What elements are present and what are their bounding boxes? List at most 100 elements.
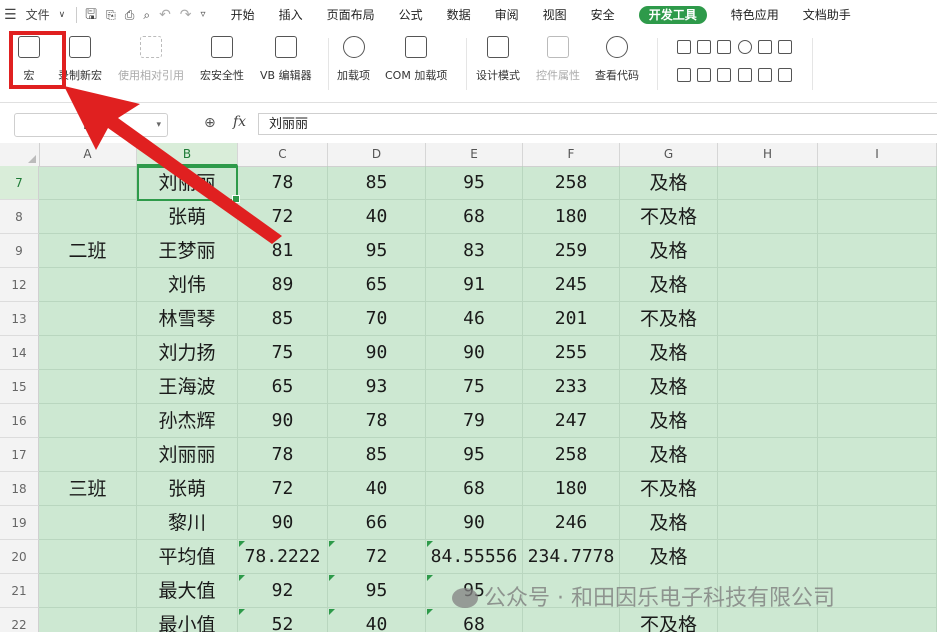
cell-a13[interactable] [39,302,137,336]
row-header[interactable]: 17 [0,438,39,472]
row-header[interactable]: 21 [0,574,39,608]
spin-button-control-icon[interactable] [697,68,711,82]
cell-a12[interactable] [39,268,137,302]
cell-a22[interactable] [39,608,137,632]
cell-d7[interactable]: 85 [328,166,426,200]
export-icon[interactable]: ⎘ [106,0,116,30]
row-header[interactable]: 13 [0,302,39,336]
cell-e17[interactable]: 95 [426,438,523,472]
select-all-corner[interactable] [0,143,40,166]
column-header-h[interactable]: H [718,143,818,166]
cell-e18[interactable]: 68 [426,472,523,506]
column-header-f[interactable]: F [523,143,620,166]
cell-i13[interactable] [818,302,937,336]
cell-f16[interactable]: 247 [523,404,620,438]
undo-icon[interactable]: ↶ [159,0,171,30]
cell-e20[interactable]: 84.55556 [426,540,523,574]
customize-toolbar-icon[interactable]: ▿ [201,0,206,30]
tab-doc-assistant[interactable]: 文档助手 [803,0,851,30]
tab-features[interactable]: 特色应用 [731,0,779,30]
cell-h14[interactable] [718,336,818,370]
cell-f17[interactable]: 258 [523,438,620,472]
row-header[interactable]: 18 [0,472,39,506]
cell-b9[interactable]: 王梦丽 [137,234,238,268]
cell-e16[interactable]: 79 [426,404,523,438]
cell-g7[interactable]: 及格 [620,166,718,200]
cell-g9[interactable]: 及格 [620,234,718,268]
cell-e14[interactable]: 90 [426,336,523,370]
name-box[interactable]: B7 ▾ [14,113,168,137]
cell-i9[interactable] [818,234,937,268]
file-menu[interactable]: 文件 [26,0,50,30]
cell-i8[interactable] [818,200,937,234]
cell-h15[interactable] [718,370,818,404]
cell-a16[interactable] [39,404,137,438]
tab-developer[interactable]: 开发工具 [638,6,707,24]
combobox-control-icon[interactable] [778,40,792,54]
cell-b22[interactable]: 最小值 [137,608,238,632]
cell-g12[interactable]: 及格 [620,268,718,302]
cell-a15[interactable] [39,370,137,404]
cell-i19[interactable] [818,506,937,540]
cell-d14[interactable]: 90 [328,336,426,370]
cell-a8[interactable] [39,200,137,234]
cell-d21[interactable]: 95 [328,574,426,608]
cell-d22[interactable]: 40 [328,608,426,632]
cell-g16[interactable]: 及格 [620,404,718,438]
cell-e15[interactable]: 75 [426,370,523,404]
cell-i12[interactable] [818,268,937,302]
cell-c13[interactable]: 85 [238,302,328,336]
cell-e12[interactable]: 91 [426,268,523,302]
cell-i7[interactable] [818,166,937,200]
cell-h9[interactable] [718,234,818,268]
design-mode-button[interactable]: 设计模式 [476,36,520,83]
cell-b12[interactable]: 刘伟 [137,268,238,302]
cell-e19[interactable]: 90 [426,506,523,540]
column-header-b[interactable]: B [137,143,238,166]
cell-f15[interactable]: 233 [523,370,620,404]
toggle-button-control-icon[interactable] [677,68,691,82]
cell-i17[interactable] [818,438,937,472]
cell-d15[interactable]: 93 [328,370,426,404]
cell-b16[interactable]: 孙杰辉 [137,404,238,438]
cell-c12[interactable]: 89 [238,268,328,302]
view-code-button[interactable]: 查看代码 [595,36,639,83]
cell-i16[interactable] [818,404,937,438]
cell-i18[interactable] [818,472,937,506]
cell-h7[interactable] [718,166,818,200]
cell-f13[interactable]: 201 [523,302,620,336]
save-icon[interactable]: 🖫 [85,0,97,30]
scrollbar-control-icon[interactable] [717,68,731,82]
cell-g18[interactable]: 不及格 [620,472,718,506]
cell-h19[interactable] [718,506,818,540]
cell-d17[interactable]: 85 [328,438,426,472]
cell-b7[interactable]: 刘丽丽 [137,166,238,200]
cell-d19[interactable]: 66 [328,506,426,540]
cell-f9[interactable]: 259 [523,234,620,268]
cell-h20[interactable] [718,540,818,574]
tab-review[interactable]: 审阅 [495,0,519,30]
tab-home[interactable]: 开始 [231,0,255,30]
cell-d8[interactable]: 40 [328,200,426,234]
column-header-d[interactable]: D [328,143,426,166]
cell-i15[interactable] [818,370,937,404]
cell-c19[interactable]: 90 [238,506,328,540]
chevron-down-icon[interactable]: ▾ [156,114,161,136]
cell-f19[interactable]: 246 [523,506,620,540]
cell-h18[interactable] [718,472,818,506]
control-properties-button[interactable]: 控件属性 [536,36,580,83]
cell-d9[interactable]: 95 [328,234,426,268]
zoom-icon[interactable]: ⊕ [204,115,216,131]
button-control-icon[interactable] [717,40,731,54]
add-ins-button[interactable]: 加载项 [337,36,370,83]
tab-page-layout[interactable]: 页面布局 [327,0,375,30]
com-add-ins-button[interactable]: COM 加载项 [385,36,447,83]
tab-formulas[interactable]: 公式 [399,0,423,30]
image-control-icon[interactable] [758,68,772,82]
row-header[interactable]: 7 [0,166,39,200]
more-controls-icon[interactable] [778,68,792,82]
cell-h17[interactable] [718,438,818,472]
row-header[interactable]: 14 [0,336,39,370]
cell-g17[interactable]: 及格 [620,438,718,472]
cell-a20[interactable] [39,540,137,574]
